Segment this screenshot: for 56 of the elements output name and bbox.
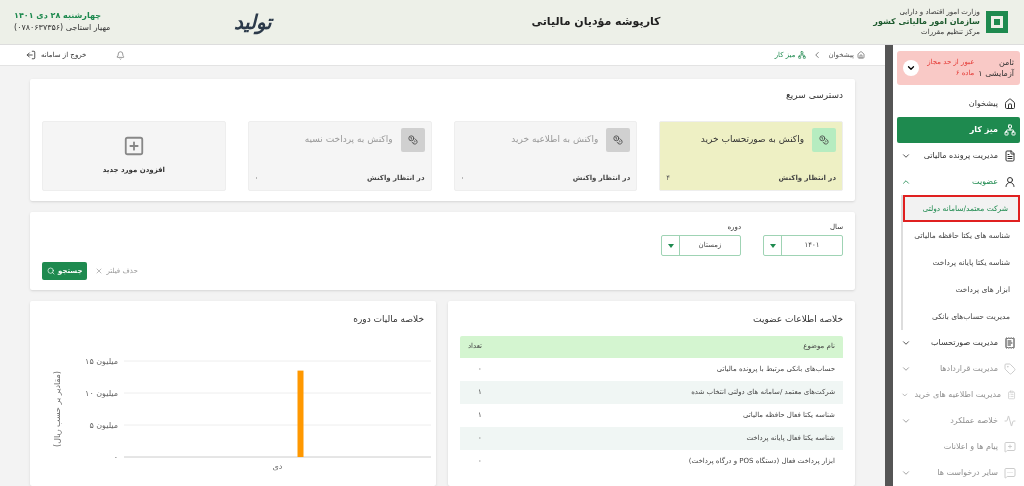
sidebar-item[interactable]: میز کار bbox=[897, 117, 1020, 143]
menu-item-icon bbox=[1004, 441, 1016, 453]
menu-item-icon bbox=[1004, 467, 1016, 479]
y-tick-label: ۱۰ میلیون bbox=[85, 388, 118, 398]
user-text: مهیار استاجی (۰۷۸۰۶۳۷۳۵۶) bbox=[14, 22, 111, 34]
chevron-up-icon bbox=[901, 177, 911, 187]
chevron-down-icon bbox=[901, 151, 911, 161]
plus-icon bbox=[122, 135, 145, 158]
panel-title: دسترسی سریع bbox=[785, 89, 843, 102]
sidebar-item[interactable]: عضویت bbox=[897, 169, 1020, 195]
menu-item-icon bbox=[1004, 98, 1016, 110]
chevron-down-icon bbox=[901, 468, 911, 478]
chart-title: خلاصه مالیات دوره bbox=[352, 313, 425, 326]
emblem-icon bbox=[984, 9, 1010, 35]
y-tick-label: ۵ میلیون bbox=[89, 420, 118, 430]
expand-button[interactable] bbox=[903, 60, 919, 76]
card-title: واکنش به اطلاعیه خرید bbox=[511, 132, 599, 146]
menu-item-icon bbox=[1004, 363, 1016, 375]
menu-item-icon bbox=[1004, 415, 1016, 427]
coins-icon bbox=[812, 127, 836, 152]
y-tick-label: ۱۵ میلیون bbox=[85, 356, 118, 366]
y-tick-label: ۰ bbox=[113, 452, 118, 462]
menu-item-icon bbox=[1006, 389, 1016, 401]
x-tick-label: دی bbox=[272, 461, 283, 471]
sidebar-item[interactable]: مدیریت پرونده مالیاتی bbox=[897, 143, 1020, 169]
account-name: ثامن bbox=[997, 57, 1014, 68]
chevron-down-icon bbox=[901, 416, 911, 426]
menu-item-icon bbox=[1004, 337, 1016, 349]
chevron-down-icon bbox=[901, 364, 911, 374]
panel-title: خلاصه اطلاعات عضویت bbox=[752, 313, 843, 326]
coins-icon bbox=[400, 127, 425, 152]
sidebar-item[interactable]: پیشخوان bbox=[897, 91, 1020, 117]
caret-down-icon bbox=[667, 243, 674, 248]
menu-item-icon bbox=[1004, 124, 1016, 136]
scrollbar[interactable] bbox=[885, 45, 893, 486]
coins-icon bbox=[606, 127, 631, 152]
close-icon bbox=[95, 267, 104, 275]
menu-item-icon bbox=[1004, 150, 1016, 162]
account-subtitle: آزمایشی ۱ bbox=[978, 68, 1014, 79]
slogan-logo: تولید bbox=[234, 9, 272, 37]
card-title: واکنش به صورتحساب خرید bbox=[700, 132, 804, 146]
bell-icon[interactable] bbox=[116, 50, 126, 60]
logo-text: سازمان امور مالیاتی کشور bbox=[873, 17, 980, 27]
chevron-down-icon bbox=[906, 63, 916, 73]
menu-item-icon bbox=[1004, 176, 1016, 188]
logout-icon bbox=[26, 50, 36, 60]
nodes-icon bbox=[798, 51, 807, 59]
chevron-down-icon bbox=[901, 338, 911, 348]
caret-down-icon bbox=[769, 243, 776, 248]
home-icon bbox=[857, 51, 865, 59]
app-title: کارپوشه مؤدیان مالیاتی bbox=[531, 13, 661, 30]
sidebar-item[interactable]: مدیریت صورتحساب bbox=[897, 330, 1020, 356]
y-axis-label: (مقادیر بر حسب ریال) bbox=[53, 370, 62, 447]
search-icon bbox=[47, 267, 55, 275]
date-text: چهارشنبه ۲۸ دی ۱۴۰۱ bbox=[14, 10, 101, 22]
card-title: واکنش به پرداخت نسیه bbox=[304, 132, 393, 146]
